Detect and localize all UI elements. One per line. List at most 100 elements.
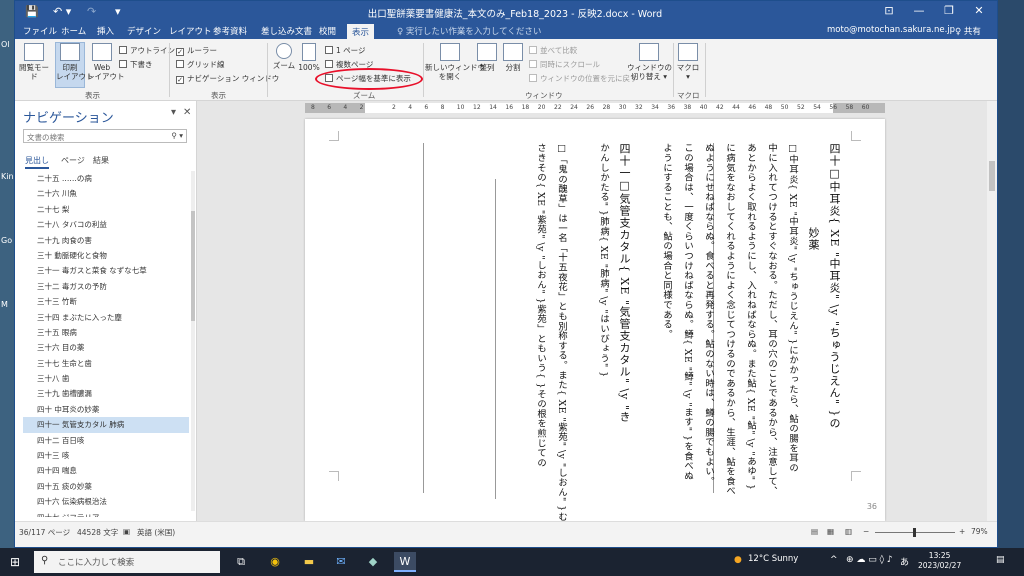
nav-heading-item[interactable]: 四十一 気管支カタル 肺病 [23,417,189,433]
tray-icons[interactable]: ⊕ ☁ ▭ ◊ ♪ [846,555,893,565]
tab-home[interactable]: ホーム [61,25,86,37]
nav-heading-item[interactable]: 四十三 咳 [23,448,189,463]
nav-heading-item[interactable]: 三十 動脈硬化と食物 [23,248,189,263]
page-count[interactable]: 36/117 ページ [19,527,70,538]
ribbon-display-options-icon[interactable]: ⊡ [877,4,901,17]
ime-indicator[interactable]: あ [900,555,909,568]
save-icon[interactable]: 💾 [25,5,39,18]
nav-heading-item[interactable]: 四十六 伝染病根治法 [23,494,189,509]
macros-button[interactable]: マクロ ▾ [675,43,701,81]
draft-button[interactable]: 下書き [119,59,153,70]
search-icon[interactable]: ⚲ ▾ [171,131,183,140]
tell-me-search[interactable]: ♀ 実行したい作業を入力してください [397,25,541,37]
ruler-checkbox[interactable]: ✓ ルーラー [176,45,217,56]
app-icon[interactable]: ◆ [362,552,384,572]
weather-text[interactable]: 12°C Sunny [748,554,798,564]
clock[interactable]: 13:25 2023/02/27 [918,551,961,571]
nav-heading-item[interactable]: 二十九 肉食の害 [23,233,189,248]
language-indicator[interactable]: 英語 (米国) [137,527,175,538]
file-explorer-icon[interactable]: ▬ [298,552,320,572]
nav-heading-item[interactable]: 二十八 タバコの利益 [23,217,189,232]
zoom-slider-thumb[interactable] [913,528,916,537]
zoom-100-button[interactable]: 100% [298,43,320,72]
nav-heading-item[interactable]: 四十四 喘息 [23,463,189,478]
tray-chevron-icon[interactable]: ^ [830,555,838,565]
tab-review[interactable]: 校閲 [319,25,336,37]
tab-pages[interactable]: ページ [61,155,85,166]
nav-heading-item[interactable]: 四十二 百日咳 [23,433,189,448]
tab-insert[interactable]: 挿入 [97,25,114,37]
customize-quick-access-button[interactable]: ▾ [115,5,121,18]
nav-scroll-thumb[interactable] [191,211,195,321]
arrange-all-button[interactable]: 整列 [475,43,499,72]
taskbar-search-input[interactable]: ⚲ ここに入力して検索 [34,551,220,573]
nav-heading-item[interactable]: 三十七 生命と歯 [23,356,189,371]
document-search-input[interactable]: 文書の検索 ⚲ ▾ [23,129,187,143]
nav-heading-item[interactable]: 四十七 ジフテリア [23,510,189,517]
read-mode-button[interactable]: 閲覧モード [18,43,50,81]
notifications-icon[interactable]: ▤ [996,555,1005,565]
scroll-thumb[interactable] [989,161,995,191]
outline-button[interactable]: アウトライン [119,45,175,56]
switch-windows-button[interactable]: ウィンドウの 切り替え ▾ [627,43,672,81]
print-layout-view-icon[interactable]: ▦ [827,527,834,536]
zoom-button[interactable]: ズーム [271,43,297,70]
tab-layout[interactable]: レイアウト [169,25,212,37]
nav-heading-item[interactable]: 二十六 川魚 [23,186,189,201]
nav-heading-item[interactable]: 三十八 歯 [23,371,189,386]
print-layout-button[interactable]: 印刷 レイアウト [55,42,94,88]
tab-view[interactable]: 表示 [347,24,375,39]
web-layout-button[interactable]: Web レイアウト [87,43,125,81]
nav-heading-item[interactable]: 三十六 目の薬 [23,340,189,355]
nav-heading-item[interactable]: 四十五 痰の妙薬 [23,479,189,494]
nav-scrollbar[interactable] [191,171,195,511]
close-button[interactable]: ✕ [967,4,991,17]
close-icon[interactable]: ✕ [183,107,191,118]
nav-options-icon[interactable]: ▾ [171,107,176,118]
nav-heading-item[interactable]: 三十一 毒ガスと菜食 なずな七草 [23,263,189,278]
nav-heading-item[interactable]: 二十五 ……の病 [23,171,189,186]
maximize-button[interactable]: ❐ [937,4,961,17]
new-window-button[interactable]: 新しいウィンドウ を開く [425,43,485,81]
read-mode-view-icon[interactable]: ▤ [811,527,818,536]
split-button[interactable]: 分割 [501,43,525,72]
proofing-icon[interactable]: ▣ [123,527,130,536]
navigation-pane-checkbox[interactable]: ✓ ナビゲーション ウィンドウ [176,73,279,84]
sync-scroll-button[interactable]: 同時にスクロール [529,59,600,70]
windows-start-icon[interactable]: ⊞ [10,555,20,569]
tab-file[interactable]: ファイル [23,25,57,37]
document-page[interactable]: 四十□中耳炎{ XE "中耳炎" \y "ちゅうじえん" }の 妙薬 □中耳炎{ … [305,119,885,531]
tab-references[interactable]: 参考資料 [213,25,247,37]
undo-button[interactable]: ↶ ▾ [53,5,71,18]
nav-heading-item[interactable]: 三十五 眼病 [23,325,189,340]
nav-heading-item[interactable]: 四十 中耳炎の妙薬 [23,402,189,417]
vertical-scrollbar[interactable] [987,101,997,521]
chrome-icon[interactable]: ◉ [264,552,286,572]
redo-button[interactable]: ↷ [87,5,96,18]
horizontal-ruler[interactable]: 8 6 4 2 2 4 6 8 10 12 14 16 18 20 22 24 26 28 30 32 34 36 38 40… [305,103,885,113]
zoom-in-button[interactable]: + [959,527,965,536]
share-button[interactable]: ♀ 共有 [955,25,981,37]
nav-heading-item[interactable]: 三十二 毒ガスの予防 [23,279,189,294]
tab-results[interactable]: 結果 [93,155,109,166]
task-view-icon[interactable]: ⧉ [230,552,252,572]
gridlines-checkbox[interactable]: グリッド線 [176,59,225,70]
nav-heading-item[interactable]: 二十七 梨 [23,202,189,217]
word-count[interactable]: 44528 文字 [77,527,118,538]
tab-design[interactable]: デザイン [127,25,161,37]
word-taskbar-icon[interactable]: W [394,552,416,572]
one-page-button[interactable]: 1 ページ [325,45,366,56]
zoom-out-button[interactable]: − [863,527,869,536]
mail-icon[interactable]: ✉ [330,552,352,572]
nav-heading-item[interactable]: 三十四 まぶたに入った塵 [23,310,189,325]
minimize-button[interactable]: — [907,4,931,17]
web-layout-view-icon[interactable]: ▥ [845,527,852,536]
tab-headings[interactable]: 見出し [25,155,49,169]
zoom-level[interactable]: 79% [971,527,988,536]
nav-heading-item[interactable]: 三十九 歯槽膿漏 [23,386,189,401]
user-account[interactable]: moto@motochan.sakura.ne.jp [827,25,955,35]
side-by-side-button[interactable]: 並べて比較 [529,45,577,56]
reset-position-button[interactable]: ウィンドウの位置を元に戻す [529,73,638,84]
nav-heading-item[interactable]: 三十三 竹断 [23,294,189,309]
tab-mailings[interactable]: 差し込み文書 [261,25,312,37]
